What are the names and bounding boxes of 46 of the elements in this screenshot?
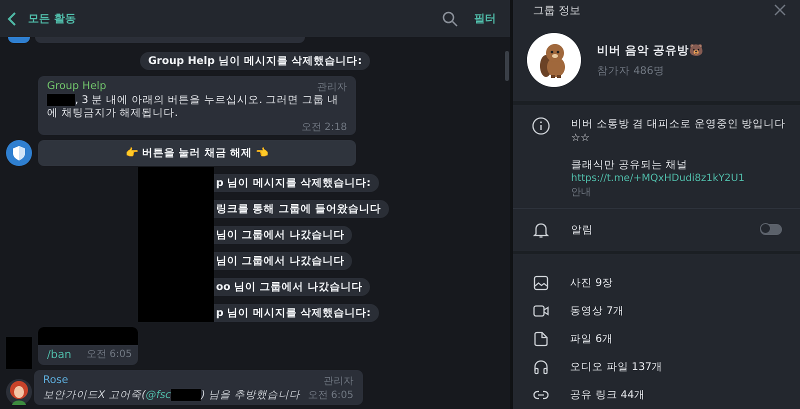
bell-icon	[532, 220, 550, 239]
command-link[interactable]: /ban	[47, 348, 72, 360]
service-message: Group Help 님이 메시지를 삭제했습니다:	[140, 52, 370, 70]
notifications-label: 알림	[571, 222, 593, 237]
sender-name: Group Help	[47, 80, 106, 94]
media-count[interactable]: 사진 9장	[570, 276, 614, 290]
message-time: 오전 2:18	[301, 122, 347, 133]
message-text: ) 님을 추방했습니다	[201, 388, 300, 402]
scrollbar[interactable]	[505, 51, 509, 81]
panel-title: 그룹 정보	[533, 2, 580, 18]
group-description: 클래식만 공유되는 채널	[571, 158, 689, 172]
back-label[interactable]: 모든 활동	[28, 11, 76, 26]
search-icon[interactable]	[442, 10, 458, 26]
avatar-drawing	[6, 379, 32, 405]
image-icon	[533, 275, 549, 292]
mention-link[interactable]: @fsc	[146, 389, 172, 401]
message-time: 오전 6:05	[308, 389, 354, 402]
media-count[interactable]: 공유 링크 44개	[570, 388, 646, 402]
beaver-avatar-drawing	[527, 33, 581, 88]
media-count[interactable]: 오디오 파일 137개	[570, 360, 663, 374]
member-count: 참가자 486명	[597, 64, 666, 78]
group-description: 비버 소통방 겸 대피소로 운영중인 방입니다 ☆☆	[571, 116, 787, 145]
video-icon	[533, 303, 549, 320]
redaction-block	[6, 337, 32, 369]
notifications-toggle[interactable]	[760, 224, 782, 236]
file-icon	[533, 331, 549, 348]
headphones-icon	[533, 359, 549, 376]
description-label: 안내	[571, 186, 592, 200]
admin-label: 관리자	[324, 375, 354, 388]
message-time: 오전 6:05	[86, 348, 132, 361]
filter-link[interactable]: 필터	[474, 11, 496, 26]
shield-icon	[6, 140, 32, 166]
group-name: 비버 음악 공유방🐻	[597, 42, 704, 58]
close-icon[interactable]	[774, 4, 786, 16]
message-text: , 3 분 내에 아래의 버튼을 누르십시오. 그러면 그룹 내에 채팅금지가 해제됩니다.	[47, 94, 338, 119]
avatar	[8, 37, 30, 43]
redaction-block	[171, 389, 202, 401]
admin-label: 관리자	[317, 81, 347, 94]
invite-link[interactable]: https://t.me/+MQxHDudi8z1kY2U1	[571, 172, 800, 186]
info-icon	[532, 116, 550, 135]
media-count[interactable]: 동영상 7개	[570, 304, 624, 318]
message-text: 보안가이드X 고어죽(	[43, 388, 146, 402]
back-icon[interactable]	[7, 10, 17, 26]
media-count[interactable]: 파일 6개	[570, 332, 614, 346]
sender-name: Rose	[43, 374, 68, 388]
unmute-button[interactable]: 👉 버튼을 눌러 채금 해제 👈	[38, 140, 356, 166]
